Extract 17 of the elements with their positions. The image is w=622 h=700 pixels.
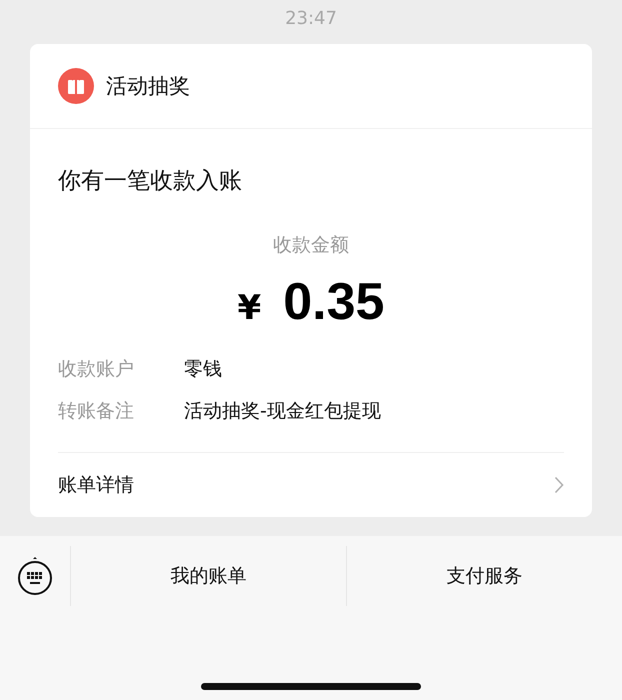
bill-details-link[interactable]: 账单详情: [58, 472, 134, 498]
message-time: 23:47: [285, 7, 337, 31]
source-name: 活动抽奖: [106, 73, 190, 100]
payment-card[interactable]: 活动抽奖 你有一笔收款入账 收款金额 ¥ 0.35 收款账户 零钱 转账备注 活动抽奖-现金红包提现 账单详情: [30, 44, 592, 517]
currency-symbol: ¥: [238, 288, 262, 328]
amount-label: 收款金额: [272, 233, 350, 258]
menu-button[interactable]: 支付服务: [347, 546, 622, 606]
menu-button[interactable]: 我的账单: [71, 546, 347, 606]
field-label: 转账备注: [58, 399, 135, 424]
card-heading: 你有一笔收款入账: [58, 167, 243, 196]
keyboard-icon[interactable]: [17, 556, 53, 596]
amount-value: 0.35: [283, 272, 384, 332]
chevron-right-icon: [554, 476, 564, 494]
field-label: 收款账户: [58, 357, 135, 382]
field-value: 零钱: [184, 357, 222, 382]
field-value: 活动抽奖-现金红包提现: [184, 399, 381, 424]
gift-icon: [58, 68, 94, 104]
